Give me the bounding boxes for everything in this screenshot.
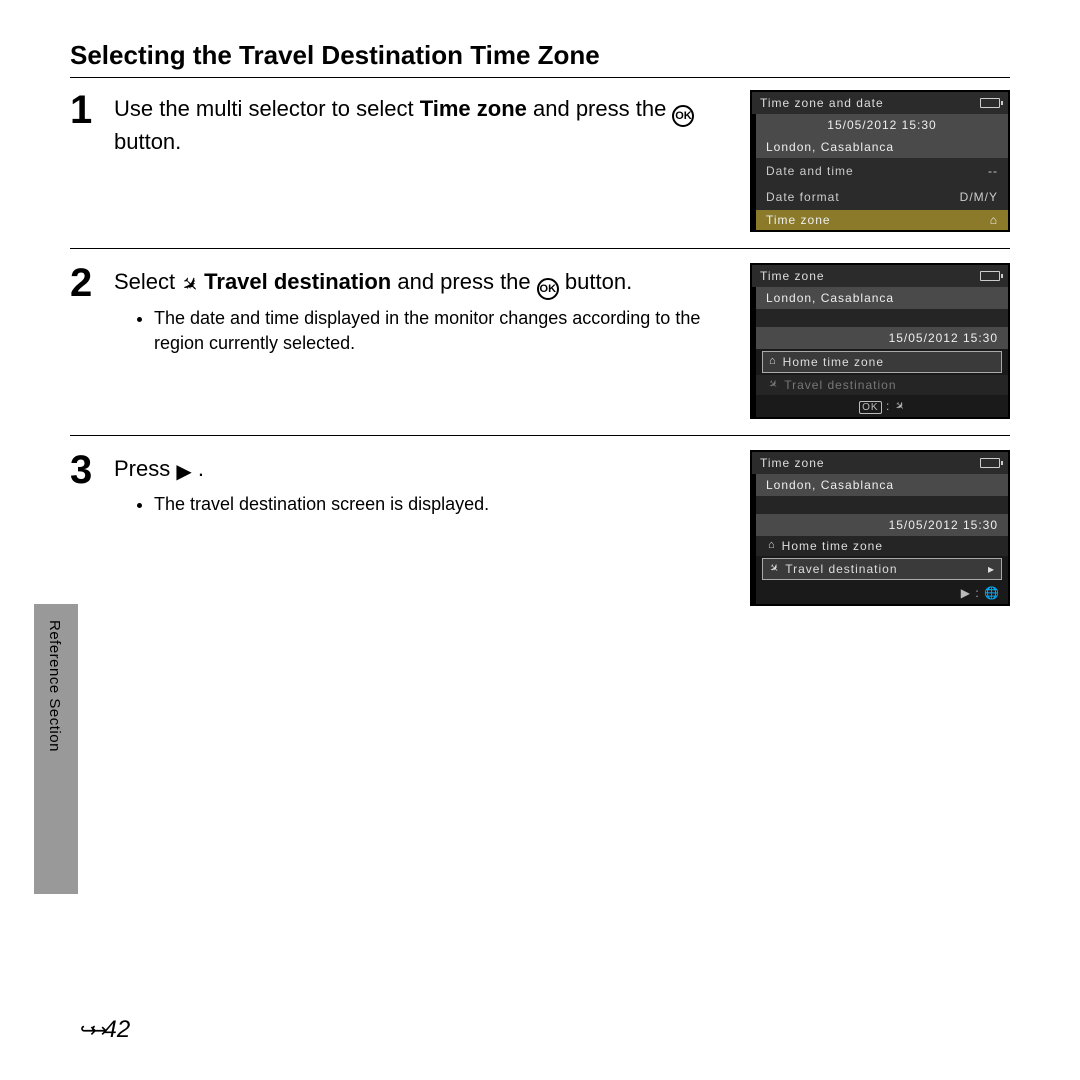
lcd-row-label: Time zone — [766, 213, 831, 227]
lcd-screenshot-2: Time zone London, Casablanca 15/05/2012 … — [750, 263, 1010, 419]
step-1: 1 Use the multi selector to select Time … — [70, 90, 1010, 249]
lcd-row-label: Home time zone — [782, 539, 883, 553]
side-label: Reference Section — [46, 620, 63, 752]
lcd-screenshot-3: Time zone London, Casablanca 15/05/2012 … — [750, 450, 1010, 606]
lcd-row-label: Home time zone — [783, 355, 884, 369]
lcd-row-label: Date format — [766, 190, 840, 204]
lcd-footer: OK : ✈ — [756, 395, 1008, 417]
step-2-bullet: The date and time displayed in the monit… — [154, 306, 726, 355]
lcd-screenshot-1: Time zone and date 15/05/2012 15:30 Lond… — [750, 90, 1010, 232]
lcd-home-row: ⌂ Home time zone — [762, 351, 1002, 373]
ok-icon: OK — [672, 105, 694, 127]
lcd-region: London, Casablanca — [756, 287, 1008, 309]
text: Use the multi selector to select — [114, 96, 420, 121]
text: Press — [114, 456, 176, 481]
globe-icon: 🌐 — [984, 586, 1000, 600]
bold-travel-destination: Travel destination — [204, 269, 391, 294]
step-number: 2 — [70, 263, 100, 303]
lcd-datetime: 15/05/2012 15:30 — [756, 514, 1008, 536]
plane-icon: ✈ — [765, 376, 782, 393]
lcd-row-value: D/M/Y — [960, 190, 998, 204]
step-2: 2 Select ✈ Travel destination and press … — [70, 263, 1010, 436]
page-symbol-icon: ↪↪ — [80, 1018, 102, 1043]
chevron-right-icon: ▸ — [988, 562, 995, 576]
battery-icon — [980, 98, 1000, 108]
step-3-instruction: Press ▶ . — [114, 454, 726, 486]
step-2-instruction: Select ✈ Travel destination and press th… — [114, 267, 726, 300]
bold-time-zone: Time zone — [420, 96, 527, 121]
text: and press the — [397, 269, 536, 294]
text: . — [198, 456, 204, 481]
battery-icon — [980, 458, 1000, 468]
lcd-region: London, Casablanca — [756, 136, 1008, 158]
lcd-header: Time zone — [760, 269, 825, 283]
right-triangle-icon: ▶ — [961, 586, 971, 600]
lcd-row-label: Travel destination — [784, 378, 896, 392]
lcd-row-value: -- — [988, 164, 998, 178]
lcd-header: Time zone and date — [760, 96, 884, 110]
colon: : — [975, 586, 984, 600]
step-1-instruction: Use the multi selector to select Time zo… — [114, 94, 726, 157]
step-number: 3 — [70, 450, 100, 490]
page-number: ↪↪ 42 — [80, 1016, 130, 1044]
step-3-bullet: The travel destination screen is display… — [154, 492, 726, 516]
lcd-datetime: 15/05/2012 15:30 — [756, 327, 1008, 349]
home-icon: ⌂ — [768, 539, 776, 553]
page-number-value: 42 — [104, 1016, 131, 1044]
text: button. — [565, 269, 632, 294]
plane-icon: ✈ — [766, 560, 783, 577]
step-3: 3 Press ▶ . The travel destination scree… — [70, 450, 1010, 622]
text: and press the — [533, 96, 672, 121]
text: Select — [114, 269, 181, 294]
lcd-travel-row: ✈ Travel destination ▸ — [762, 558, 1002, 580]
ok-icon: OK — [537, 278, 559, 300]
step-number: 1 — [70, 90, 100, 130]
lcd-footer: ▶ : 🌐 — [756, 582, 1008, 604]
lcd-datetime: 15/05/2012 15:30 — [756, 114, 1008, 136]
home-icon: ⌂ — [990, 213, 998, 227]
battery-icon — [980, 271, 1000, 281]
lcd-region: London, Casablanca — [756, 474, 1008, 496]
lcd-row-label: Date and time — [766, 164, 854, 178]
text: button. — [114, 129, 181, 154]
home-icon: ⌂ — [769, 355, 777, 369]
page-title: Selecting the Travel Destination Time Zo… — [70, 40, 1010, 78]
lcd-row-label: Travel destination — [785, 562, 897, 576]
ok-mini-icon: OK — [859, 401, 881, 414]
lcd-travel-row: ✈ Travel destination — [756, 375, 1008, 395]
right-triangle-icon: ▶ — [176, 459, 191, 486]
lcd-home-row: ⌂ Home time zone — [756, 536, 1008, 556]
lcd-header: Time zone — [760, 456, 825, 470]
